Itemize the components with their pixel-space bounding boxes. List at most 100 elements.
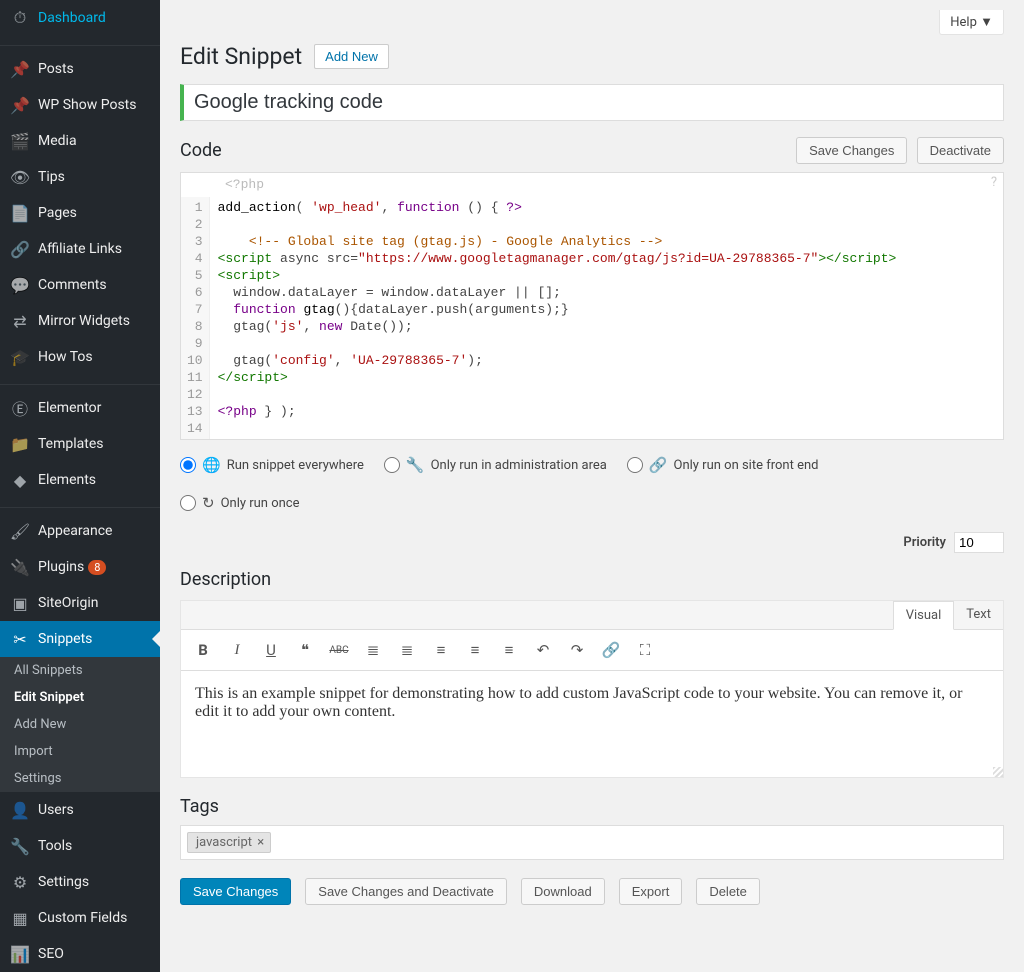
toolbar-undo-button[interactable]: ↶ — [529, 636, 557, 664]
sidebar-item-pages[interactable]: 📄Pages — [0, 195, 160, 231]
save-changes-button[interactable]: Save Changes — [180, 878, 291, 905]
save-changes-top-button[interactable]: Save Changes — [796, 137, 907, 164]
code-section-title: Code — [180, 140, 222, 161]
main-content: Help ▼ Edit Snippet Add New Code Save Ch… — [160, 0, 1024, 972]
sidebar-item-how-tos[interactable]: 🎓How Tos — [0, 339, 160, 375]
sidebar-item-affiliate-links[interactable]: 🔗Affiliate Links — [0, 231, 160, 267]
submenu-all-snippets[interactable]: All Snippets — [0, 657, 160, 684]
help-tab[interactable]: Help ▼ — [939, 10, 1004, 35]
everywhere-icon: 🌐 — [202, 456, 221, 474]
sidebar-item-dashboard[interactable]: ⏱Dashboard — [0, 0, 160, 36]
toolbar-underline-button[interactable]: U — [257, 636, 285, 664]
tags-section-title: Tags — [180, 796, 1004, 817]
users-icon: 👤 — [10, 800, 30, 820]
submenu-edit-snippet[interactable]: Edit Snippet — [0, 684, 160, 711]
sidebar-item-tools[interactable]: 🔧Tools — [0, 828, 160, 864]
posts-icon: 📌 — [10, 59, 30, 79]
php-open-tag: <?php — [225, 177, 264, 192]
sidebar-item-media[interactable]: 🎬Media — [0, 123, 160, 159]
admin-sidebar: ⏱Dashboard 📌Posts📌WP Show Posts🎬Media👁Tip… — [0, 0, 160, 972]
settings-icon: ⚙ — [10, 872, 30, 892]
resize-handle[interactable] — [181, 761, 1003, 777]
submenu-import[interactable]: Import — [0, 738, 160, 765]
toolbar-align-left-button[interactable]: ≡ — [427, 636, 455, 664]
tags-input[interactable]: javascript × — [180, 825, 1004, 860]
sidebar-item-seo[interactable]: 📊SEO — [0, 936, 160, 972]
tab-visual[interactable]: Visual — [893, 601, 955, 630]
scope-radio-front[interactable] — [627, 457, 643, 473]
export-button[interactable]: Export — [619, 878, 683, 905]
scope-admin[interactable]: 🔧Only run in administration area — [384, 456, 607, 474]
submenu-settings[interactable]: Settings — [0, 765, 160, 792]
mirror-widgets-icon: ⇄ — [10, 311, 30, 331]
tag-chip[interactable]: javascript × — [187, 832, 271, 853]
seo-icon: 📊 — [10, 944, 30, 964]
tools-icon: 🔧 — [10, 836, 30, 856]
sidebar-item-users[interactable]: 👤Users — [0, 792, 160, 828]
toolbar-quote-button[interactable]: ❝ — [291, 636, 319, 664]
help-icon[interactable]: ? — [991, 175, 997, 190]
toolbar-align-center-button[interactable]: ≡ — [461, 636, 489, 664]
toolbar-italic-button[interactable]: I — [223, 636, 251, 664]
sidebar-item-tips[interactable]: 👁Tips — [0, 159, 160, 195]
sidebar-item-custom-fields[interactable]: ▦Custom Fields — [0, 900, 160, 936]
submenu-add-new[interactable]: Add New — [0, 711, 160, 738]
sidebar-item-mirror-widgets[interactable]: ⇄Mirror Widgets — [0, 303, 160, 339]
scope-front[interactable]: 🔗Only run on site front end — [627, 456, 819, 474]
toolbar-ol-button[interactable]: ≣ — [393, 636, 421, 664]
pages-icon: 📄 — [10, 203, 30, 223]
sidebar-item-wp-show-posts[interactable]: 📌WP Show Posts — [0, 87, 160, 123]
download-button[interactable]: Download — [521, 878, 605, 905]
sidebar-item-snippets[interactable]: ✂Snippets — [0, 621, 160, 657]
priority-field: Priority — [903, 532, 1004, 553]
snippet-title-input[interactable] — [180, 84, 1004, 121]
sidebar-item-comments[interactable]: 💬Comments — [0, 267, 160, 303]
toolbar-ul-button[interactable]: ≣ — [359, 636, 387, 664]
dashboard-icon: ⏱ — [10, 8, 30, 28]
once-icon: ↻ — [202, 494, 215, 512]
sidebar-item-elements[interactable]: ◆Elements — [0, 462, 160, 498]
toolbar-bold-button[interactable]: B — [189, 636, 217, 664]
toolbar-strike-button[interactable]: ABC — [325, 636, 353, 664]
toolbar-link-button[interactable]: 🔗 — [597, 636, 625, 664]
sidebar-item-elementor[interactable]: ⒺElementor — [0, 390, 160, 426]
tips-icon: 👁 — [10, 167, 30, 187]
snippets-icon: ✂ — [10, 629, 30, 649]
scope-radio-everywhere[interactable] — [180, 457, 196, 473]
siteorigin-icon: ▣ — [10, 593, 30, 613]
templates-icon: 📁 — [10, 434, 30, 454]
toolbar-align-right-button[interactable]: ≡ — [495, 636, 523, 664]
remove-tag-icon[interactable]: × — [257, 835, 264, 850]
plugins-icon: 🔌 — [10, 557, 30, 577]
admin-icon: 🔧 — [406, 456, 425, 474]
front-icon: 🔗 — [649, 456, 668, 474]
wp-show-posts-icon: 📌 — [10, 95, 30, 115]
how-tos-icon: 🎓 — [10, 347, 30, 367]
elements-icon: ◆ — [10, 470, 30, 490]
add-new-button[interactable]: Add New — [314, 44, 389, 69]
sidebar-item-plugins[interactable]: 🔌Plugins8 — [0, 549, 160, 585]
priority-input[interactable] — [954, 532, 1004, 553]
code-editor[interactable]: <?php ? 1234567891011121314 add_action( … — [180, 172, 1004, 440]
toolbar-fullscreen-button[interactable]: ⛶ — [631, 636, 659, 664]
appearance-icon: 🖌 — [10, 521, 30, 541]
scope-once[interactable]: ↻Only run once — [180, 494, 1004, 512]
sidebar-item-settings[interactable]: ⚙Settings — [0, 864, 160, 900]
sidebar-item-siteorigin[interactable]: ▣SiteOrigin — [0, 585, 160, 621]
toolbar-redo-button[interactable]: ↷ — [563, 636, 591, 664]
sidebar-item-templates[interactable]: 📁Templates — [0, 426, 160, 462]
scope-radio-once[interactable] — [180, 495, 196, 511]
affiliate-links-icon: 🔗 — [10, 239, 30, 259]
custom-fields-icon: ▦ — [10, 908, 30, 928]
description-body[interactable]: This is an example snippet for demonstra… — [181, 671, 1003, 761]
delete-button[interactable]: Delete — [696, 878, 760, 905]
scope-everywhere[interactable]: 🌐Run snippet everywhere — [180, 456, 364, 474]
sidebar-item-appearance[interactable]: 🖌Appearance — [0, 513, 160, 549]
sidebar-item-posts[interactable]: 📌Posts — [0, 51, 160, 87]
tab-text[interactable]: Text — [954, 601, 1003, 629]
description-section-title: Description — [180, 569, 1004, 590]
scope-radio-admin[interactable] — [384, 457, 400, 473]
deactivate-button[interactable]: Deactivate — [917, 137, 1004, 164]
comments-icon: 💬 — [10, 275, 30, 295]
save-deactivate-button[interactable]: Save Changes and Deactivate — [305, 878, 507, 905]
